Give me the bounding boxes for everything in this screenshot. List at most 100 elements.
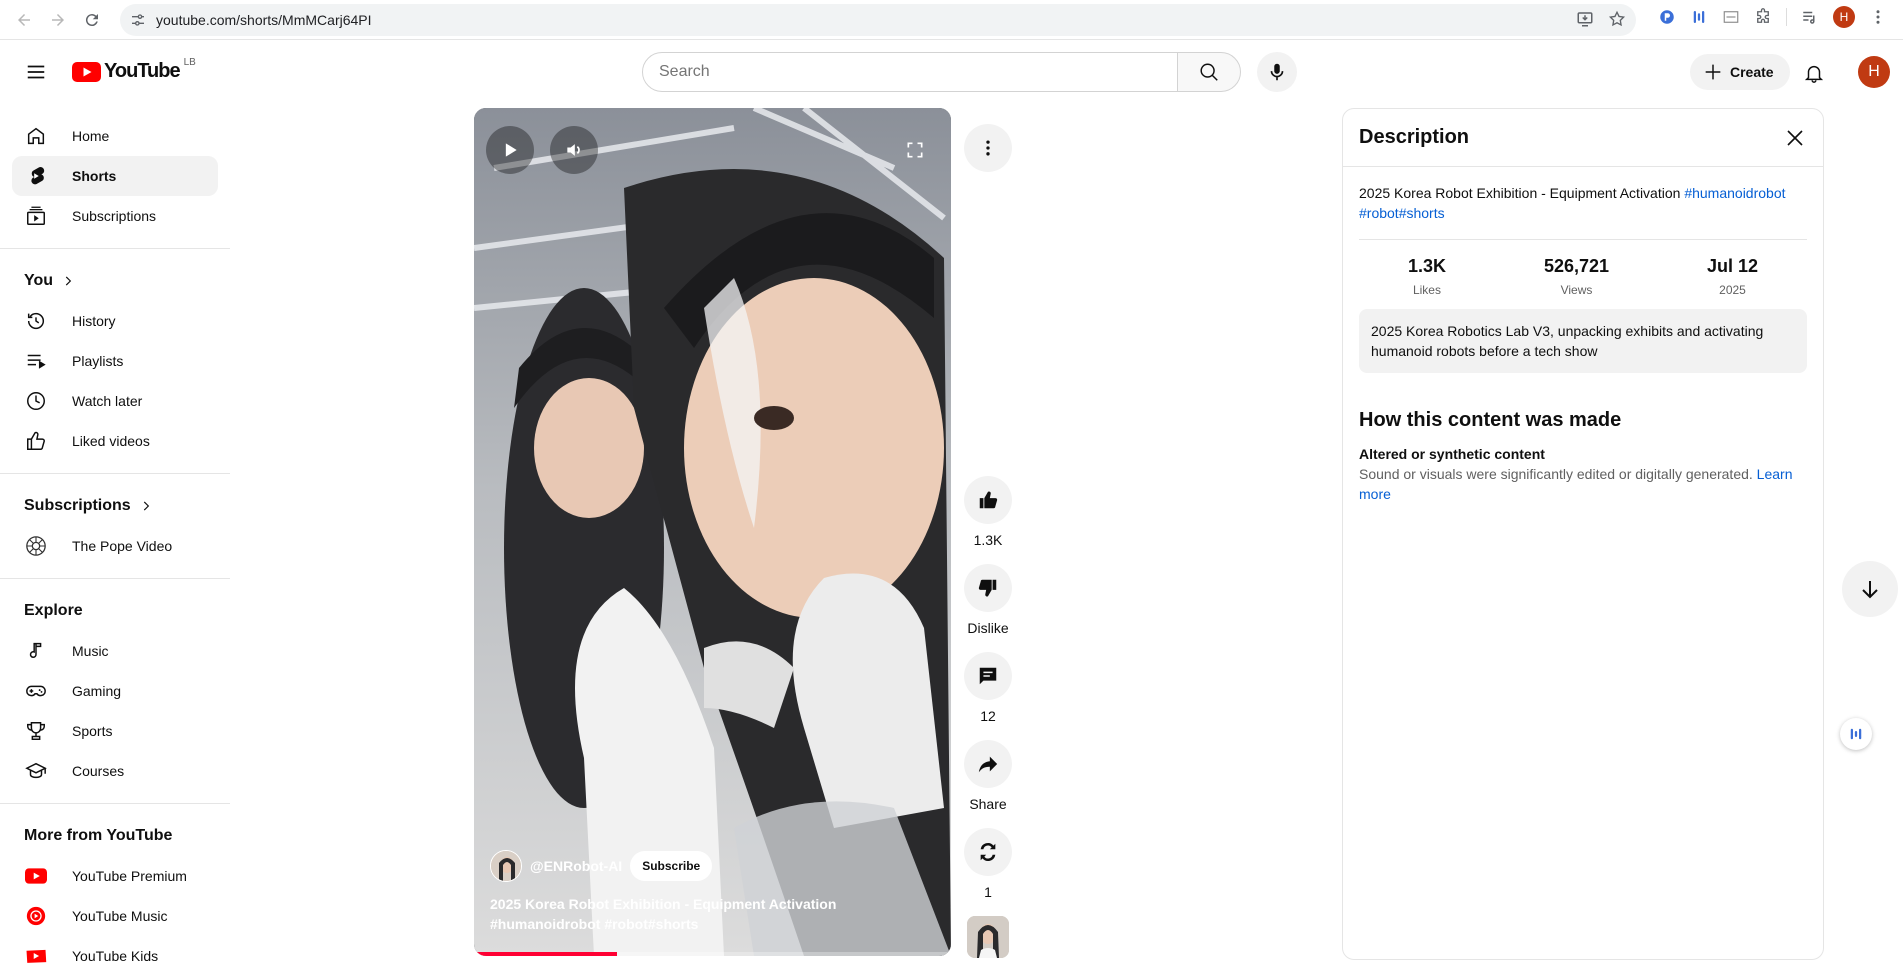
volume-button[interactable] [550, 126, 598, 174]
remix-button[interactable] [964, 828, 1012, 876]
extensions-puzzle-icon[interactable] [1754, 8, 1772, 26]
bookmark-star-icon[interactable] [1608, 10, 1626, 28]
stat-label: Likes [1412, 283, 1441, 297]
stat-value: 1.3K [1407, 256, 1446, 276]
chevron-right-icon [143, 501, 149, 511]
sidebar-divider [0, 803, 230, 804]
forward-icon[interactable] [44, 6, 72, 34]
subscriptions-icon [24, 204, 48, 228]
video-title: 2025 Korea Robot Exhibition - Equipment … [490, 894, 931, 934]
sidebar-item-label: Gaming [72, 683, 122, 699]
channel-avatar[interactable] [490, 850, 522, 882]
sidebar-item-youtube-kids[interactable]: YouTube Kids [12, 936, 218, 963]
stat-label: 2025 [1719, 283, 1746, 297]
shorts-player[interactable]: @ENRobot-AI Subscribe 2025 Korea Robot E… [474, 108, 951, 956]
play-button[interactable] [486, 126, 534, 174]
share-icon [978, 756, 998, 773]
address-bar[interactable]: youtube.com/shorts/MmMCarj64PI [120, 4, 1636, 36]
notifications-button[interactable] [1797, 56, 1831, 90]
stat-date: Jul 12 2025 [1707, 256, 1758, 297]
back-icon[interactable] [10, 6, 38, 34]
sidebar-item-playlists[interactable]: Playlists [12, 341, 218, 381]
fullscreen-button[interactable] [891, 126, 939, 174]
sidebar-item-label: Liked videos [72, 433, 150, 449]
sidebar-item-sports[interactable]: Sports [12, 711, 218, 751]
create-button[interactable]: Create [1690, 54, 1790, 90]
like-button[interactable] [964, 476, 1012, 524]
search-button[interactable] [1177, 52, 1241, 92]
comments-action: 12 [960, 652, 1016, 724]
you-heading-label: You [24, 272, 54, 289]
reading-list-icon[interactable] [1801, 8, 1819, 26]
browser-toolbar: youtube.com/shorts/MmMCarj64PI H [0, 0, 1903, 40]
description-title-text: 2025 Korea Robot Exhibition - Equipment … [1359, 185, 1685, 201]
extension-1-icon[interactable] [1658, 8, 1676, 26]
comments-button[interactable] [964, 652, 1012, 700]
remix-count: 1 [984, 884, 992, 900]
install-app-icon[interactable] [1576, 10, 1594, 28]
sidebar-item-subscriptions[interactable]: Subscriptions [12, 196, 218, 236]
account-avatar[interactable]: H [1858, 56, 1890, 88]
description-body[interactable]: 2025 Korea Robotics Lab V3, unpacking ex… [1359, 309, 1807, 373]
share-button[interactable] [964, 740, 1012, 788]
create-label: Create [1730, 64, 1774, 80]
search-box [642, 52, 1178, 92]
home-icon [24, 124, 48, 148]
sidebar-item-liked-videos[interactable]: Liked videos [12, 421, 218, 461]
profile-avatar-icon[interactable]: H [1833, 6, 1855, 28]
sidebar-item-label: YouTube Music [72, 908, 168, 924]
dislike-button[interactable] [964, 564, 1012, 612]
voice-search-button[interactable] [1257, 52, 1297, 92]
sidebar-item-label: Courses [72, 763, 125, 779]
sidebar-item-youtube-premium[interactable]: YouTube Premium [12, 856, 218, 896]
subscriptions-heading-label: Subscriptions [24, 497, 131, 514]
trophy-icon [24, 719, 48, 743]
sidebar-item-gaming[interactable]: Gaming [12, 671, 218, 711]
youtube-logo[interactable]: YouTube LB [72, 57, 196, 83]
sidebar-item-shorts[interactable]: Shorts [12, 156, 218, 196]
more-options-button[interactable] [964, 124, 1012, 172]
reload-icon[interactable] [78, 6, 106, 34]
extension-3-icon[interactable] [1722, 8, 1740, 26]
subscribe-button[interactable]: Subscribe [630, 851, 713, 881]
explore-heading-label: Explore [24, 602, 83, 619]
shorts-icon [24, 164, 48, 188]
sidebar-item-label: Subscriptions [72, 208, 157, 224]
browser-menu-icon[interactable] [1869, 8, 1887, 26]
sound-thumbnail[interactable] [967, 916, 1009, 958]
search-input[interactable] [659, 63, 1177, 81]
progress-bar[interactable] [474, 952, 951, 956]
volume-icon [567, 144, 580, 156]
like-count: 1.3K [973, 532, 1003, 548]
description-heading: Description [1359, 126, 1470, 148]
sidebar-item-watch-later[interactable]: Watch later [12, 381, 218, 421]
video-title-tags[interactable]: #humanoidrobot #robot#shorts [490, 916, 698, 932]
music-note-icon [24, 639, 48, 663]
clock-icon [24, 389, 48, 413]
search-icon [1200, 63, 1218, 81]
sidebar-more-heading: More from YouTube [0, 816, 230, 856]
sidebar-item-history[interactable]: History [12, 301, 218, 341]
progress-bar-fill [474, 952, 618, 956]
country-code: LB [183, 57, 196, 68]
sidebar-item-label: YouTube Kids [72, 948, 159, 963]
sidebar-you-heading[interactable]: You [0, 261, 230, 301]
sidebar-item-courses[interactable]: Courses [12, 751, 218, 791]
plus-icon [1705, 64, 1721, 80]
next-video-button[interactable] [1842, 561, 1898, 617]
sidebar-item-label: Home [72, 128, 110, 144]
channel-name[interactable]: @ENRobot-AI [530, 858, 622, 874]
close-icon[interactable] [1783, 126, 1807, 150]
sidebar-item-the-pope-video[interactable]: The Pope Video [12, 526, 218, 566]
sidebar-item-home[interactable]: Home [12, 116, 218, 156]
floating-extension-button[interactable] [1840, 718, 1872, 750]
sidebar-item-youtube-music[interactable]: YouTube Music [12, 896, 218, 936]
menu-icon[interactable] [20, 56, 52, 88]
sidebar-divider [0, 248, 230, 249]
sidebar-subscriptions-heading[interactable]: Subscriptions [0, 486, 230, 526]
bell-icon [1804, 65, 1824, 83]
equalizer-icon [1850, 728, 1862, 740]
sidebar-item-music[interactable]: Music [12, 631, 218, 671]
site-info-icon[interactable] [120, 12, 156, 28]
extension-2-icon[interactable] [1690, 8, 1708, 26]
